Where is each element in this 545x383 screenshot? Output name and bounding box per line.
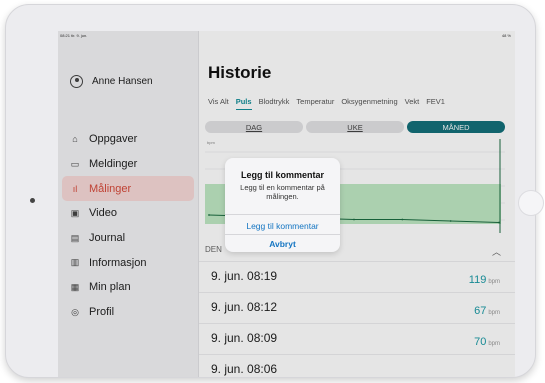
home-button[interactable] (518, 190, 544, 216)
cancel-button[interactable]: Avbryt (225, 239, 340, 249)
alert-title: Legg til kommentar (240, 170, 324, 180)
tablet-frame: 08:21 tir. 9. jun. Anne Hansen ⌂ Oppgaver… (5, 4, 544, 378)
comment-alert: Legg til kommentar Legg til en kommentar… (225, 158, 340, 252)
app-screen: 08:21 tir. 9. jun. Anne Hansen ⌂ Oppgaver… (58, 31, 515, 377)
add-comment-button[interactable]: Legg til kommentar (225, 221, 340, 231)
camera (30, 198, 35, 203)
alert-divider (225, 214, 340, 215)
alert-message: Legg til en kommentar på målingen. (240, 183, 325, 201)
alert-divider (225, 234, 340, 235)
